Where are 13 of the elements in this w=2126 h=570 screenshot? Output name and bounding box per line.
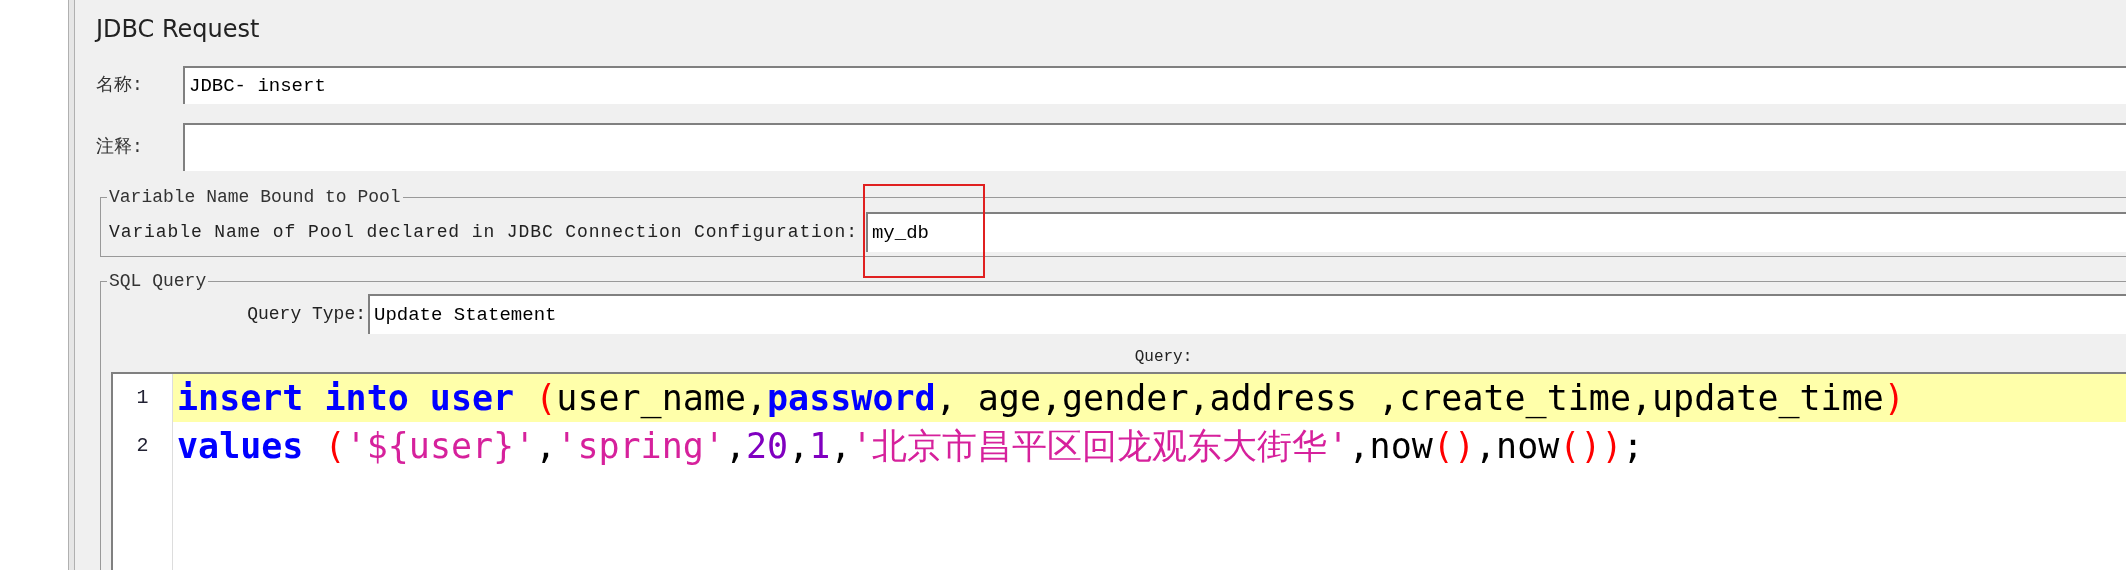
comment-field[interactable]: [183, 123, 2126, 171]
query-label: Query:: [1134, 347, 1193, 368]
panel-title: JDBC Request: [96, 14, 260, 45]
line-number: 1: [135, 385, 150, 411]
pool-variable-label: Variable Name of Pool declared in JDBC Connection Configuration:: [109, 220, 858, 244]
field-label: 注释:: [96, 135, 144, 159]
query-type-field[interactable]: Update Statement: [368, 294, 2126, 334]
pool-variable-field[interactable]: my_db: [865, 212, 2126, 252]
name-field[interactable]: JDBC- insert: [183, 66, 2126, 104]
code-editor[interactable]: 1 2 insert into user (user_name,password, age,gender,address ,create_time,update_time) values ('${user}','spring',20,1,'北京市昌平区回龙观东大街华',now(),now());: [111, 372, 2126, 570]
field-label: 名称:: [96, 73, 144, 97]
query-type-label: Query Type:: [246, 302, 367, 326]
line-number: 2: [135, 433, 150, 459]
